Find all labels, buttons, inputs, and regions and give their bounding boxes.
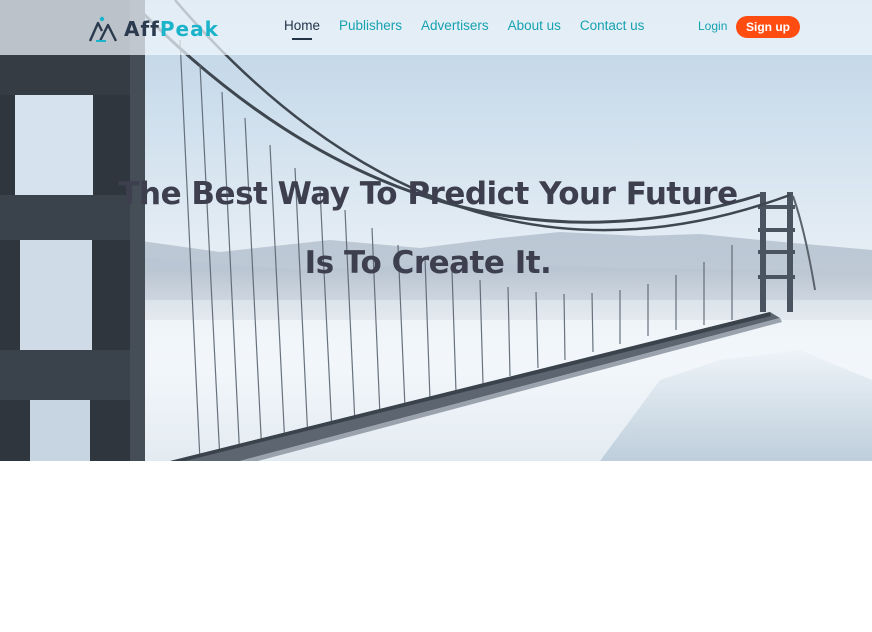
brand-name-part2: Peak — [159, 17, 219, 41]
brand-name-part1: Aff — [124, 17, 160, 41]
nav-item-contact-us[interactable]: Contact us — [580, 18, 645, 33]
brand-name: AffPeak — [124, 17, 219, 41]
hero-headline-line2: Is To Create It. — [304, 245, 552, 281]
brand-logo[interactable]: AffPeak — [88, 14, 228, 44]
top-navbar: AffPeak Home Publishers Advertisers Abou… — [0, 0, 872, 55]
signup-button[interactable]: Sign up — [736, 16, 800, 38]
main-nav: Home Publishers Advertisers About us Con… — [284, 18, 645, 40]
nav-item-home[interactable]: Home — [284, 18, 320, 40]
nav-item-advertisers[interactable]: Advertisers — [421, 18, 489, 33]
content-section — [0, 461, 872, 632]
hero-background-image — [0, 0, 872, 461]
hero-section — [0, 0, 872, 461]
nav-item-publishers[interactable]: Publishers — [339, 18, 402, 33]
logo-peak-icon — [88, 16, 118, 42]
nav-item-about-us[interactable]: About us — [508, 18, 561, 33]
hero-headline-line1: The Best Way To Predict Your Future — [118, 176, 738, 212]
login-link[interactable]: Login — [698, 19, 727, 33]
